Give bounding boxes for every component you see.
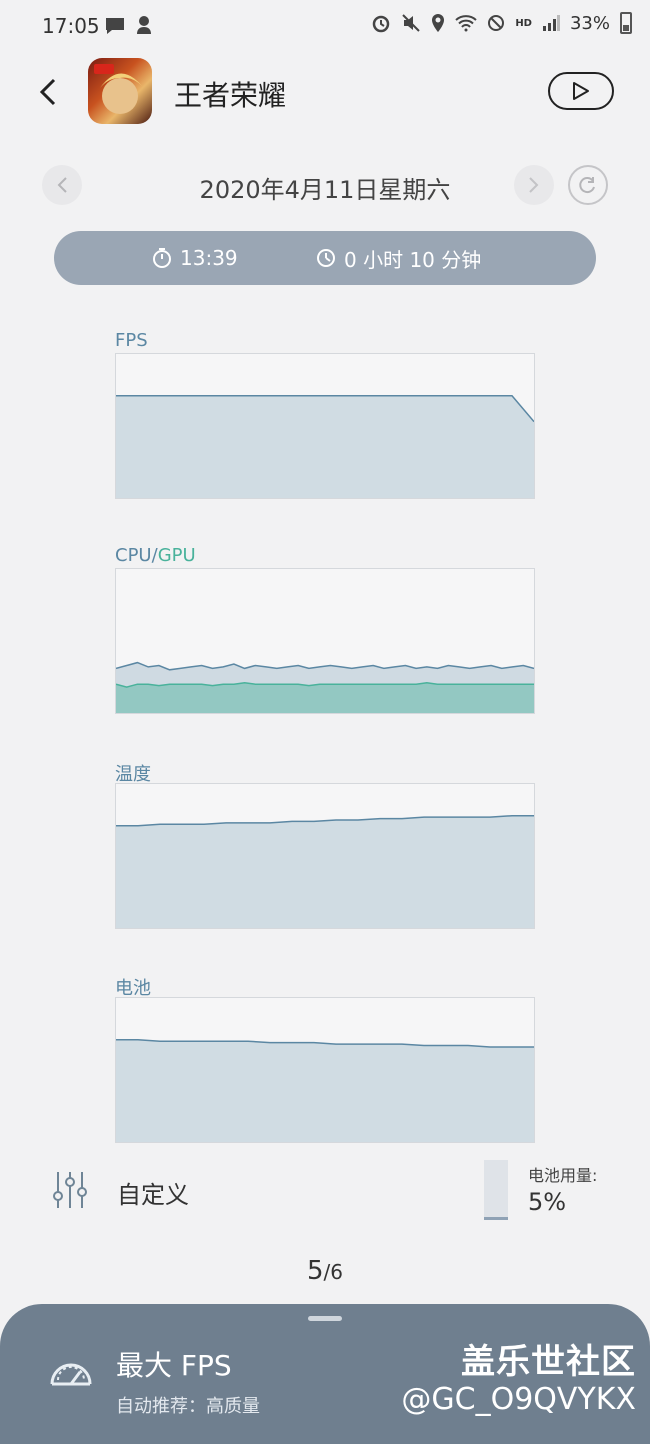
refresh-icon <box>579 177 595 194</box>
battery-usage-value: 5% <box>528 1188 567 1216</box>
back-button[interactable] <box>34 72 68 112</box>
cpu-gpu-chart <box>115 568 535 714</box>
cpu-gpu-chart-label: CPU/GPU <box>115 545 196 566</box>
app-icon <box>88 58 152 124</box>
fps-chart-label: FPS <box>115 330 148 351</box>
drag-handle[interactable] <box>308 1316 342 1321</box>
clock-icon <box>317 249 335 267</box>
duration-value: 0 小时 10 分钟 <box>344 247 482 272</box>
mute-icon <box>402 14 421 32</box>
signal-icon <box>542 15 560 31</box>
do-not-disturb-icon <box>488 15 505 31</box>
cpu-label: CPU <box>115 545 152 566</box>
sheet-title: 最大 FPS <box>116 1349 232 1382</box>
battery-percent: 33% <box>569 12 610 34</box>
page-indicator: 5/6 <box>0 1256 650 1286</box>
battery-usage-gauge <box>484 1160 508 1220</box>
start-time-value: 13:39 <box>180 246 238 270</box>
stopwatch-icon <box>153 248 171 268</box>
location-icon <box>432 14 445 32</box>
status-time: 17:05 <box>42 14 100 38</box>
battery-chart <box>115 997 535 1143</box>
app-notification-icon <box>134 14 154 40</box>
battery-usage-fill <box>484 1217 508 1220</box>
watermark-title: 盖乐世社区 <box>461 1342 636 1382</box>
duration: 0 小时 10 分钟 <box>316 231 481 285</box>
message-icon <box>104 16 126 40</box>
customize-label[interactable]: 自定义 <box>117 1175 189 1210</box>
refresh-button[interactable] <box>568 165 608 205</box>
fps-chart <box>115 353 535 499</box>
chart-plot <box>116 814 534 928</box>
battery-icon <box>620 12 632 34</box>
play-icon <box>573 82 589 100</box>
speedometer-icon <box>48 1350 94 1394</box>
gpu-series-area <box>116 682 534 713</box>
gpu-label: GPU <box>157 545 196 566</box>
network-type: HD <box>515 17 532 29</box>
chart-plot <box>116 1039 534 1142</box>
chart-plot <box>116 661 534 713</box>
page-current: 5 <box>306 1256 324 1286</box>
wifi-icon <box>455 15 477 32</box>
battery-usage-label: 电池用量: <box>528 1166 598 1185</box>
series-2-area <box>116 815 534 928</box>
temperature-chart <box>115 783 535 929</box>
chart-plot <box>116 395 534 498</box>
status-icons: HD 33% <box>371 12 632 34</box>
app-title: 王者荣耀 <box>174 79 287 112</box>
start-time: 13:39 <box>152 231 238 285</box>
session-info-bar: 13:39 0 小时 10 分钟 <box>54 231 596 285</box>
next-date-button[interactable] <box>514 165 554 205</box>
watermark-handle: @GC_O9QVYKX <box>401 1382 636 1417</box>
bottom-sheet[interactable]: 最大 FPS 自动推荐：高质量 盖乐世社区 @GC_O9QVYKX <box>0 1304 650 1444</box>
sheet-subtitle: 自动推荐：高质量 <box>116 1396 260 1417</box>
chevron-left-icon <box>39 78 56 106</box>
series-0-area <box>116 395 534 498</box>
play-button[interactable] <box>548 72 614 110</box>
series-3-area <box>116 1039 534 1142</box>
page-total: /6 <box>323 1260 343 1284</box>
alarm-icon <box>373 15 390 33</box>
chevron-right-icon <box>529 177 539 193</box>
sliders-icon[interactable] <box>52 1170 88 1214</box>
